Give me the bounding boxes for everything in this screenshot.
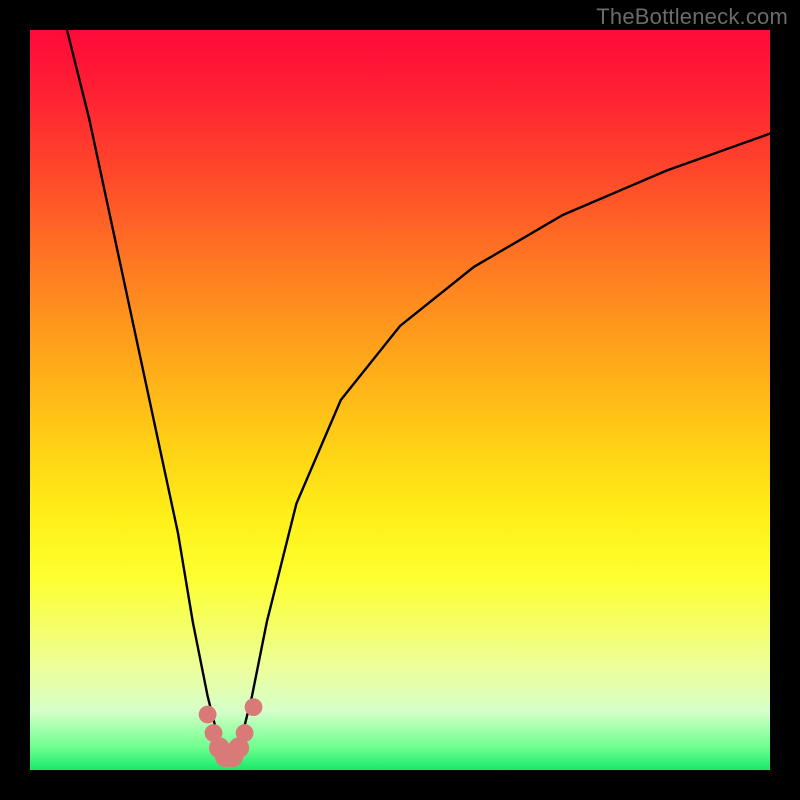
curve-layer	[67, 30, 770, 759]
valley-marker	[245, 698, 263, 716]
valley-marker	[199, 706, 217, 724]
valley-markers	[199, 698, 263, 767]
bottleneck-curve	[67, 30, 770, 759]
watermark-text: TheBottleneck.com	[596, 4, 788, 30]
chart-frame: TheBottleneck.com	[0, 0, 800, 800]
valley-marker	[236, 724, 254, 742]
chart-svg	[30, 30, 770, 770]
plot-area	[30, 30, 770, 770]
